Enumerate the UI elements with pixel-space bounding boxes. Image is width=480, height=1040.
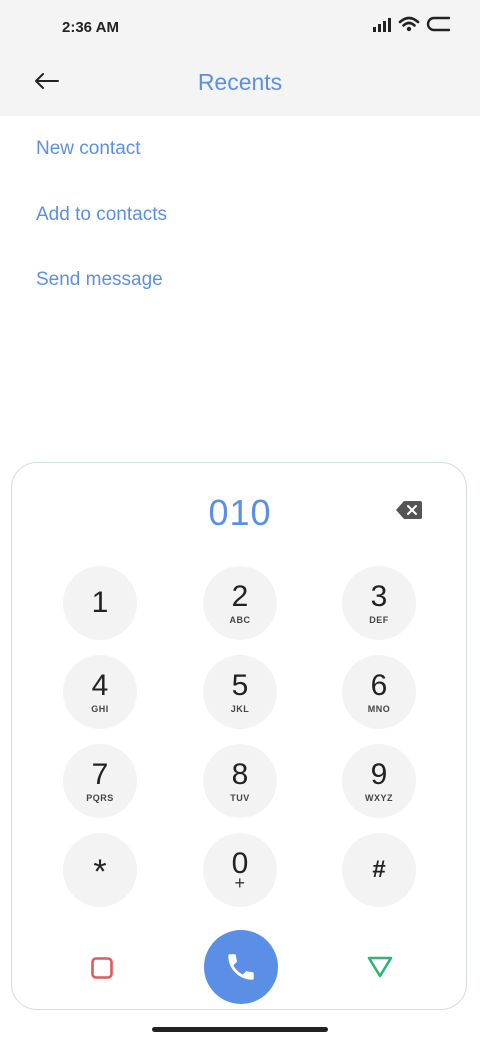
key-letters: ABC <box>229 615 251 625</box>
key-digit: 2 <box>231 580 249 613</box>
backspace-icon[interactable] <box>395 499 423 521</box>
key-letters: PQRS <box>86 793 114 803</box>
key-letters: TUV <box>230 793 250 803</box>
key-5[interactable]: 5 JKL <box>203 655 277 729</box>
key-letters: MNO <box>367 704 391 714</box>
key-7[interactable]: 7 PQRS <box>63 744 137 818</box>
status-time: 2:36 AM <box>62 19 119 36</box>
phone-icon <box>228 954 254 980</box>
key-4[interactable]: 4 GHI <box>63 655 137 729</box>
key-digit: 5 <box>231 669 249 702</box>
signal-icon <box>373 18 391 32</box>
key-letters: + <box>234 873 246 893</box>
key-digit: 1 <box>91 586 109 619</box>
key-digit: 4 <box>91 669 109 702</box>
new-contact-link[interactable]: New contact <box>36 136 141 162</box>
key-digit: 9 <box>370 758 388 791</box>
key-2[interactable]: 2 ABC <box>203 566 277 640</box>
add-to-contacts-link[interactable]: Add to contacts <box>36 202 167 228</box>
page-title: Recents <box>197 69 283 95</box>
send-message-link[interactable]: Send message <box>36 267 163 293</box>
key-digit: 8 <box>231 758 249 791</box>
key-9[interactable]: 9 WXYZ <box>342 744 416 818</box>
home-indicator[interactable] <box>152 1027 328 1032</box>
key-digit: 7 <box>91 758 109 791</box>
key-digit: 3 <box>370 580 388 613</box>
key-hash[interactable]: # <box>342 833 416 907</box>
key-8[interactable]: 8 TUV <box>203 744 277 818</box>
wifi-icon <box>398 16 420 32</box>
status-icons <box>372 16 452 32</box>
square-icon[interactable] <box>90 956 114 980</box>
call-button[interactable] <box>204 930 278 1004</box>
key-digit: * <box>93 853 107 891</box>
triangle-down-icon[interactable] <box>366 955 394 979</box>
key-star[interactable]: * <box>63 833 137 907</box>
key-1[interactable]: 1 <box>63 566 137 640</box>
dialer-panel: 010 1 2 ABC 3 DEF 4 GHI 5 JKL 6 MNO 7 PQ… <box>11 462 467 1010</box>
key-3[interactable]: 3 DEF <box>342 566 416 640</box>
key-letters: DEF <box>369 615 389 625</box>
battery-icon <box>426 16 451 32</box>
key-digit: # <box>372 856 386 883</box>
key-letters: JKL <box>230 704 250 714</box>
key-letters: WXYZ <box>365 793 393 803</box>
key-letters: GHI <box>91 704 109 714</box>
header: 2:36 AM Recents <box>0 0 480 116</box>
key-6[interactable]: 6 MNO <box>342 655 416 729</box>
key-0[interactable]: 0 + <box>203 833 277 907</box>
key-digit: 6 <box>370 669 388 702</box>
